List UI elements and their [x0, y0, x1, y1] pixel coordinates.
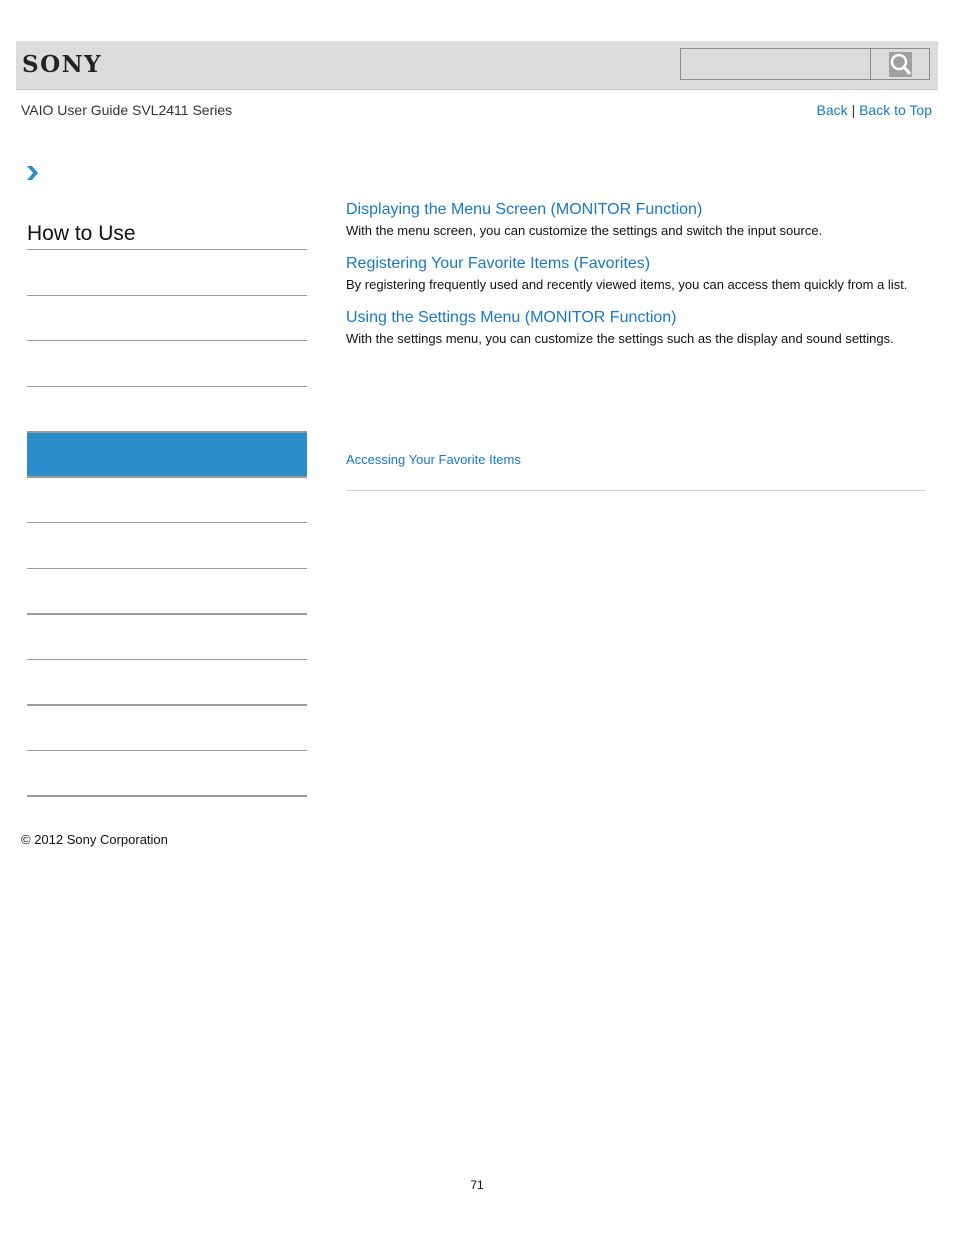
chevron-right-icon[interactable] — [26, 165, 40, 186]
topic-description: With the menu screen, you can customize … — [346, 223, 823, 238]
sidebar-item[interactable] — [27, 387, 307, 431]
content-divider — [346, 490, 926, 491]
sidebar-item[interactable] — [27, 296, 307, 340]
search-icon — [889, 52, 912, 77]
topic-item: Using the Settings Menu (MONITOR Functio… — [346, 308, 928, 348]
sidebar-item-active[interactable] — [27, 431, 307, 478]
copyright: © 2012 Sony Corporation — [21, 832, 168, 847]
topic-item: Registering Your Favorite Items (Favorit… — [346, 254, 928, 294]
sidebar-item[interactable] — [27, 751, 307, 795]
sidebar-item[interactable] — [27, 706, 307, 750]
guide-title: VAIO User Guide SVL2411 Series — [21, 102, 233, 118]
topic-link[interactable]: Displaying the Menu Screen (MONITOR Func… — [346, 200, 928, 220]
sidebar-title: How to Use — [27, 222, 136, 245]
search-button[interactable] — [872, 49, 929, 79]
topic-description: With the settings menu, you can customiz… — [346, 331, 894, 346]
sidebar-item[interactable] — [27, 615, 307, 659]
related-topic-link[interactable]: Accessing Your Favorite Items — [346, 452, 521, 467]
sidebar-item[interactable] — [27, 250, 307, 294]
link-separator: | — [851, 102, 856, 118]
topic-link[interactable]: Using the Settings Menu (MONITOR Functio… — [346, 308, 928, 328]
back-link[interactable]: Back — [817, 102, 848, 118]
back-to-top-link[interactable]: Back to Top — [859, 102, 932, 118]
topic-item: Displaying the Menu Screen (MONITOR Func… — [346, 200, 928, 240]
page-number: 71 — [470, 1178, 484, 1192]
sidebar-item[interactable] — [27, 341, 307, 385]
sony-logo: SONY — [22, 51, 103, 78]
search-input[interactable] — [681, 49, 871, 79]
sidebar-item[interactable] — [27, 569, 307, 613]
search-box — [680, 48, 930, 80]
sidebar-item[interactable] — [27, 478, 307, 522]
topic-list: Displaying the Menu Screen (MONITOR Func… — [346, 200, 928, 356]
sidebar-item[interactable] — [27, 660, 307, 704]
topic-description: By registering frequently used and recen… — [346, 277, 908, 292]
sidebar-item[interactable] — [27, 523, 307, 567]
topic-link[interactable]: Registering Your Favorite Items (Favorit… — [346, 254, 928, 274]
sidebar-divider — [27, 795, 307, 797]
top-nav-links: Back | Back to Top — [817, 102, 932, 118]
header-bar: SONY — [16, 41, 938, 90]
